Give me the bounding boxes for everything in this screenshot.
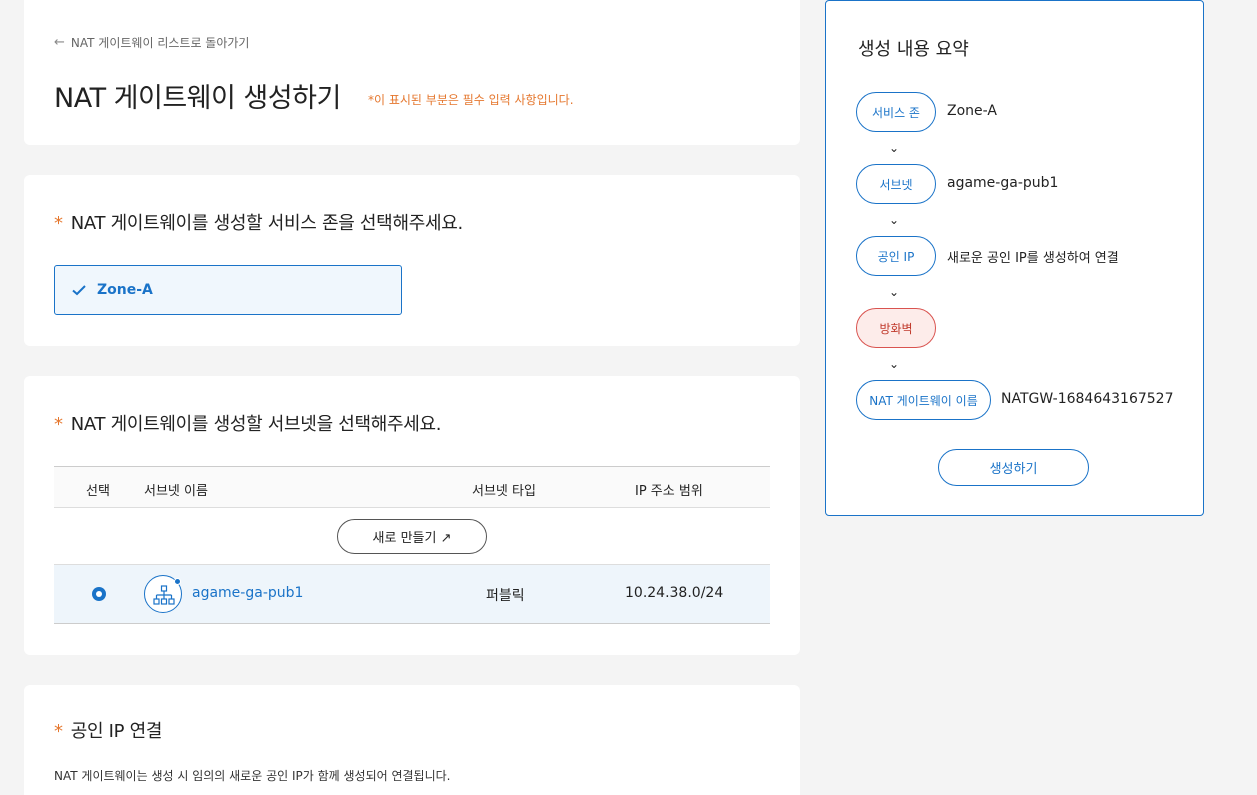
col-subnet-name: 서브넷 이름 <box>144 484 208 499</box>
zone-option-selected[interactable]: Zone-A <box>54 265 402 315</box>
summary-subnet-value: agame-ga-pub1 <box>947 175 1059 191</box>
table-header: 선택 서브넷 이름 서브넷 타입 IP 주소 범위 <box>54 466 770 508</box>
summary-step-firewall: 방화벽 <box>856 308 936 348</box>
required-note: *이 표시된 부분은 필수 입력 사항입니다. <box>368 93 574 107</box>
summary-panel: 생성 내용 요약 서비스 존 Zone-A ⌄ 서브넷 agame-ga-pub… <box>825 0 1204 516</box>
required-star: * <box>54 414 63 435</box>
check-icon <box>72 285 86 296</box>
subnet-table: 선택 서브넷 이름 서브넷 타입 IP 주소 범위 새로 만들기 ↗ agame… <box>54 466 770 624</box>
subnet-type: 퍼블릭 <box>486 588 525 604</box>
col-select: 선택 <box>86 484 110 499</box>
chevron-down-icon: ⌄ <box>889 285 900 299</box>
create-button[interactable]: 생성하기 <box>938 449 1089 486</box>
arrow-left-icon: ← <box>54 35 65 50</box>
subnet-ip-range: 10.24.38.0/24 <box>625 585 724 601</box>
subnet-section-title-text: NAT 게이트웨이를 생성할 서브넷을 선택해주세요. <box>70 414 442 435</box>
col-ip-range: IP 주소 범위 <box>635 484 703 499</box>
back-link-label: NAT 게이트웨이 리스트로 돌아가기 <box>70 36 250 50</box>
table-row[interactable]: agame-ga-pub1 퍼블릭 10.24.38.0/24 <box>54 565 770 624</box>
summary-step-subnet: 서브넷 <box>856 164 936 204</box>
back-to-list-link[interactable]: ← NAT 게이트웨이 리스트로 돌아가기 <box>54 34 249 51</box>
summary-title: 생성 내용 요약 <box>858 39 969 60</box>
summary-nat-name-value: NATGW-1684643167527 <box>1001 391 1174 407</box>
public-ip-section-title-text: 공인 IP 연결 <box>70 721 163 742</box>
public-ip-section: * 공인 IP 연결 NAT 게이트웨이는 생성 시 임의의 새로운 공인 IP가… <box>24 685 800 795</box>
summary-step-public-ip: 공인 IP <box>856 236 936 276</box>
zone-section-title-text: NAT 게이트웨이를 생성할 서비스 존을 선택해주세요. <box>70 213 464 234</box>
summary-step-nat-name: NAT 게이트웨이 이름 <box>856 380 991 420</box>
chevron-down-icon: ⌄ <box>889 357 900 371</box>
zone-section-title: * NAT 게이트웨이를 생성할 서비스 존을 선택해주세요. <box>54 209 463 235</box>
status-dot <box>174 578 181 585</box>
summary-public-ip-value: 새로운 공인 IP를 생성하여 연결 <box>947 251 1119 266</box>
required-star: * <box>54 213 63 234</box>
summary-step-zone: 서비스 존 <box>856 92 936 132</box>
page-title: NAT 게이트웨이 생성하기 <box>54 83 341 114</box>
subnet-name-link[interactable]: agame-ga-pub1 <box>192 585 303 601</box>
new-subnet-row: 새로 만들기 ↗ <box>54 508 770 565</box>
public-ip-description: NAT 게이트웨이는 생성 시 임의의 새로운 공인 IP가 함께 생성되어 연… <box>54 769 451 783</box>
subnet-section: * NAT 게이트웨이를 생성할 서브넷을 선택해주세요. 선택 서브넷 이름 서… <box>24 376 800 655</box>
subnet-radio-selected[interactable] <box>92 587 106 601</box>
new-subnet-button[interactable]: 새로 만들기 ↗ <box>337 519 487 554</box>
required-star: * <box>54 721 63 742</box>
chevron-down-icon: ⌄ <box>889 141 900 155</box>
chevron-down-icon: ⌄ <box>889 213 900 227</box>
zone-section: * NAT 게이트웨이를 생성할 서비스 존을 선택해주세요. Zone-A <box>24 175 800 346</box>
summary-zone-value: Zone-A <box>947 103 997 119</box>
subnet-section-title: * NAT 게이트웨이를 생성할 서브넷을 선택해주세요. <box>54 410 442 436</box>
header-card: ← NAT 게이트웨이 리스트로 돌아가기 NAT 게이트웨이 생성하기 *이 … <box>24 0 800 145</box>
col-subnet-type: 서브넷 타입 <box>472 484 536 499</box>
zone-option-label: Zone-A <box>97 282 153 298</box>
subnet-icon <box>144 575 182 613</box>
public-ip-section-title: * 공인 IP 연결 <box>54 717 162 743</box>
